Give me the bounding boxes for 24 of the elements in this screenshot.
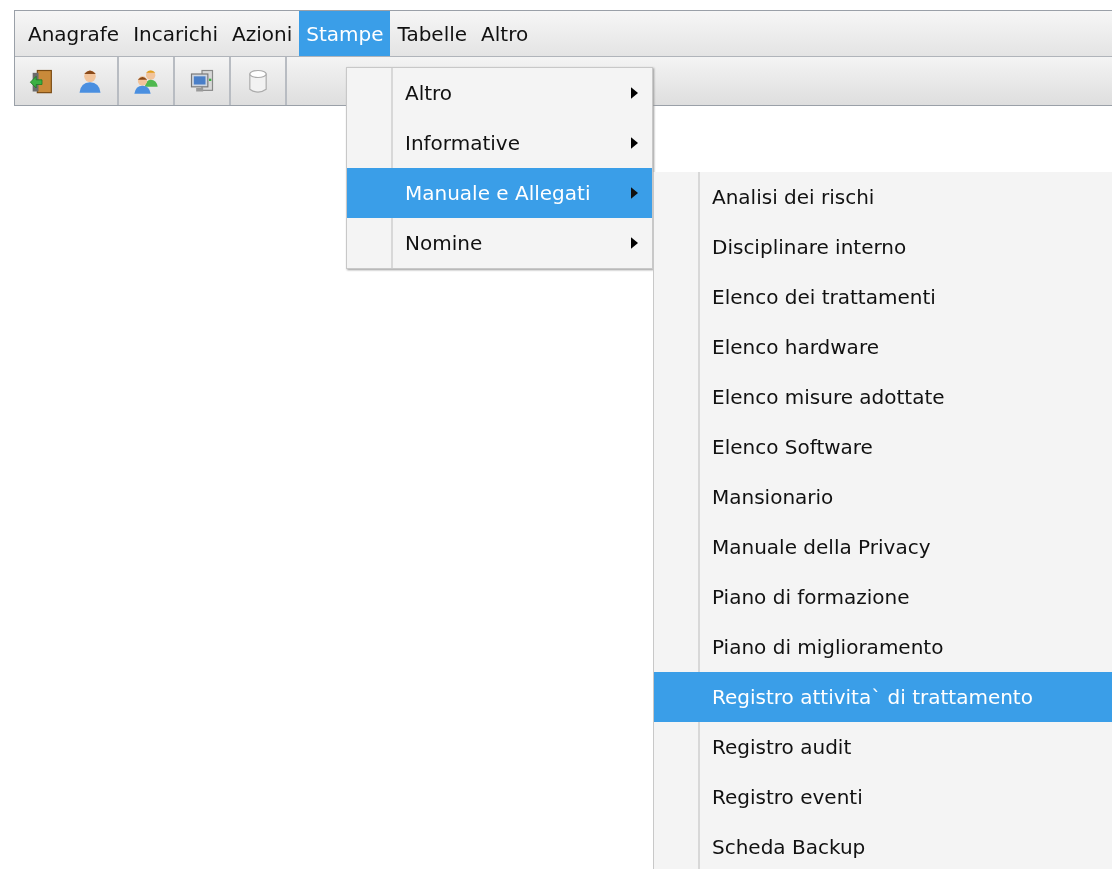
menu-bar-item[interactable]: Anagrafe — [21, 11, 127, 56]
submenu-arrow-icon — [631, 137, 638, 149]
menu-item[interactable]: Manuale della Privacy — [654, 522, 1112, 572]
menu-item[interactable]: Elenco dei trattamenti — [654, 272, 1112, 322]
menu-item[interactable]: Registro audit — [654, 722, 1112, 772]
menu-item[interactable]: Disciplinare interno — [654, 222, 1112, 272]
menu-item[interactable]: Piano di formazione — [654, 572, 1112, 622]
menu-item[interactable]: Elenco misure adottate — [654, 372, 1112, 422]
menu-bar-item[interactable]: Altro — [474, 11, 536, 56]
menu-item[interactable]: Registro eventi — [654, 772, 1112, 822]
submenu-arrow-icon — [631, 87, 638, 99]
menu-bar-item[interactable]: Azioni — [225, 11, 300, 56]
menu-item[interactable]: Altro — [347, 68, 652, 118]
submenu-arrow-icon — [631, 237, 638, 249]
menu-bar-item[interactable]: Tabelle — [390, 11, 475, 56]
menu-item[interactable]: Scheda Backup — [654, 822, 1112, 869]
menu-item[interactable]: Elenco Software — [654, 422, 1112, 472]
menu-item[interactable]: Nomine — [347, 218, 652, 268]
menu-item[interactable]: Analisi dei rischi — [654, 172, 1112, 222]
menu-item[interactable]: Elenco hardware — [654, 322, 1112, 372]
submenu-arrow-icon — [631, 187, 638, 199]
menu-bar-item[interactable]: Incarichi — [126, 11, 225, 56]
menu-item[interactable]: Mansionario — [654, 472, 1112, 522]
computer-icon — [188, 67, 216, 95]
